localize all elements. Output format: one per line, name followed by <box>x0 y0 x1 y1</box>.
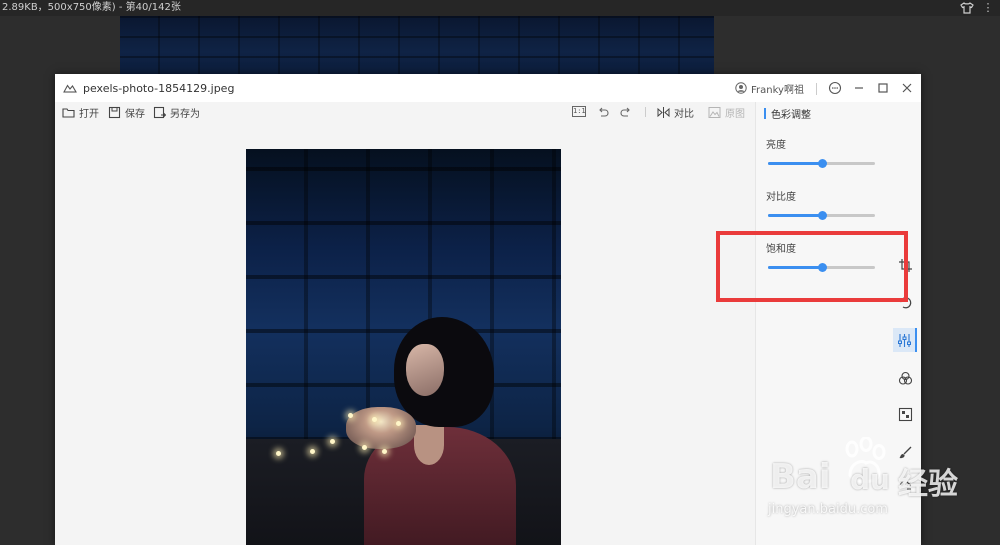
file-title: pexels-photo-1854129.jpeg <box>83 82 235 95</box>
folder-icon <box>62 107 75 118</box>
viewer-menu-icon[interactable]: ⋮ <box>982 1 994 15</box>
minimize-icon[interactable] <box>852 81 866 95</box>
skin-tshirt-icon[interactable] <box>960 1 974 15</box>
brightness-slider[interactable] <box>768 158 875 168</box>
watermark-brand: Bai <box>770 457 831 497</box>
brightness-label: 亮度 <box>766 140 786 151</box>
save-icon <box>108 106 121 118</box>
user-account[interactable]: Franky啊祖 <box>735 81 804 96</box>
viewer-title: 2.89KB，500x750像素) - 第40/142张 <box>2 2 181 13</box>
contrast-slider[interactable] <box>768 210 875 220</box>
open-button[interactable]: 打开 <box>62 104 99 120</box>
original-image-label: 原图 <box>725 108 745 120</box>
contrast-label: 对比度 <box>766 192 796 203</box>
user-name: Franky啊祖 <box>751 84 804 96</box>
window-header: pexels-photo-1854129.jpeg Franky啊祖 <box>55 74 921 102</box>
save-button[interactable]: 保存 <box>108 104 145 120</box>
user-avatar-icon <box>735 82 747 94</box>
image-app-icon <box>63 84 77 93</box>
close-icon[interactable] <box>900 81 914 95</box>
color-filter-icon <box>898 371 912 385</box>
editor-toolbar: 打开 保存 另存为 1:1 对比 原图 <box>55 102 755 122</box>
viewer-titlebar: 2.89KB，500x750像素) - 第40/142张 <box>0 0 1000 16</box>
save-label: 保存 <box>125 108 145 120</box>
watermark-cn: 经验 <box>898 467 958 502</box>
mosaic-icon <box>898 407 912 421</box>
compare-label: 对比 <box>674 108 694 120</box>
panel-title: 色彩调整 <box>764 106 811 121</box>
compare-icon <box>657 106 670 118</box>
undo-icon[interactable] <box>596 105 610 119</box>
actual-size-button[interactable]: 1:1 <box>572 106 586 117</box>
tool-mosaic[interactable] <box>893 402 917 426</box>
original-image-button[interactable]: 原图 <box>708 104 745 120</box>
compare-button[interactable]: 对比 <box>657 104 694 120</box>
redo-icon[interactable] <box>619 105 633 119</box>
editing-canvas[interactable] <box>55 122 755 545</box>
toolbar-divider <box>645 107 646 117</box>
highlight-box <box>716 231 908 302</box>
save-as-icon <box>153 106 166 118</box>
maximize-icon[interactable] <box>876 81 890 95</box>
tool-adjust[interactable] <box>893 328 917 352</box>
feedback-icon[interactable] <box>828 81 842 95</box>
tool-filter[interactable] <box>893 366 917 390</box>
contrast-slider-handle[interactable] <box>817 211 827 220</box>
open-label: 打开 <box>79 108 99 120</box>
original-image-icon <box>708 106 721 118</box>
edited-photo <box>246 149 561 545</box>
brightness-slider-handle[interactable] <box>817 159 827 168</box>
adjust-sliders-icon <box>897 333 911 347</box>
watermark-url: jingyan.baidu.com <box>768 502 888 517</box>
header-divider <box>816 83 817 95</box>
save-as-button[interactable]: 另存为 <box>153 104 200 120</box>
watermark-brand2: du <box>850 463 890 496</box>
panel-title-label: 色彩调整 <box>771 110 811 121</box>
save-as-label: 另存为 <box>170 108 200 120</box>
background-photo <box>120 16 714 76</box>
